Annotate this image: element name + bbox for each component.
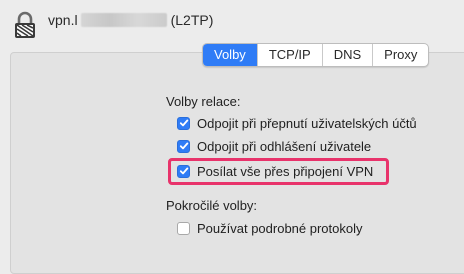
option-disconnect-on-user-switch[interactable]: Odpojit při přepnutí uživatelských účtů bbox=[177, 114, 417, 132]
tab-bar: Volby TCP/IP DNS Proxy bbox=[202, 43, 430, 67]
tab-proxy[interactable]: Proxy bbox=[372, 44, 428, 66]
option-label: Odpojit při přepnutí uživatelských účtů bbox=[197, 115, 417, 131]
option-send-all-traffic[interactable]: Posílat vše přes připojení VPN bbox=[177, 162, 373, 180]
checkbox-checked[interactable] bbox=[177, 139, 190, 153]
checkbox-checked[interactable] bbox=[177, 164, 190, 178]
checkbox-checked[interactable] bbox=[177, 116, 190, 130]
tab-dns[interactable]: DNS bbox=[321, 44, 372, 66]
option-label: Posílat vše přes připojení VPN bbox=[197, 163, 374, 179]
tab-volby[interactable]: Volby bbox=[203, 44, 257, 66]
title-suffix: (L2TP) bbox=[170, 12, 214, 28]
vpn-lock-icon bbox=[15, 11, 35, 38]
checkbox-unchecked[interactable] bbox=[177, 221, 190, 235]
option-verbose-logging[interactable]: Používat podrobné protokoly bbox=[177, 219, 363, 237]
redacted-hostname bbox=[80, 13, 167, 27]
option-disconnect-on-logout[interactable]: Odpojit při odhlášení uživatele bbox=[177, 137, 371, 155]
tab-tcp-ip[interactable]: TCP/IP bbox=[256, 44, 322, 66]
option-label: Odpojit při odhlášení uživatele bbox=[197, 138, 372, 154]
option-label: Používat podrobné protokoly bbox=[197, 220, 363, 236]
session-options-heading: Volby relace: bbox=[166, 94, 241, 109]
connection-title: vpn.l (L2TP) bbox=[48, 12, 213, 28]
title-prefix: vpn.l bbox=[48, 12, 78, 28]
advanced-options-heading: Pokročilé volby: bbox=[166, 198, 258, 213]
